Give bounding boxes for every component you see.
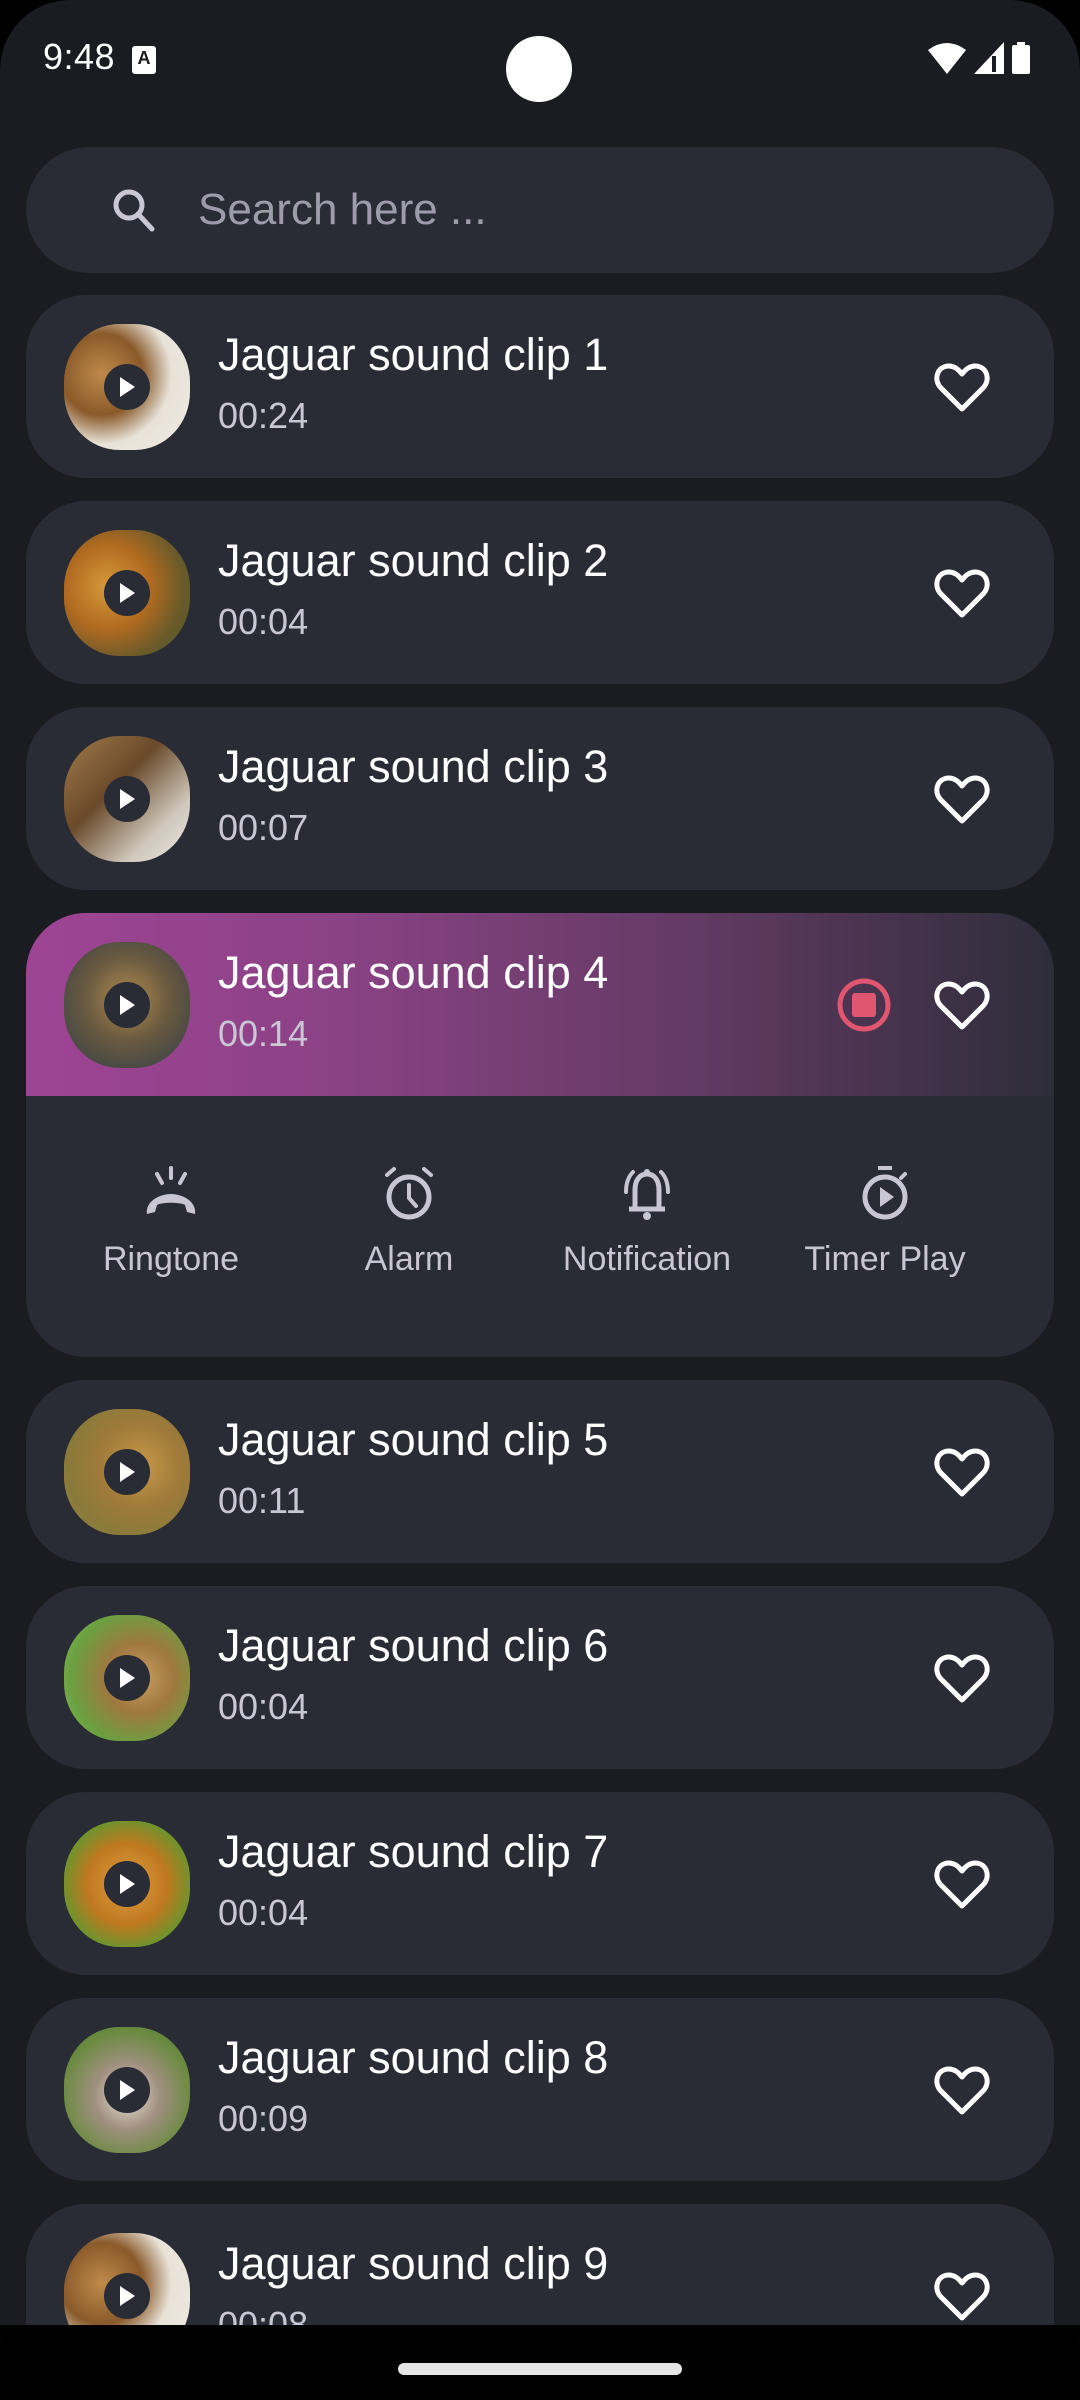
clip-thumbnail[interactable] [64,1409,190,1535]
search-input[interactable] [198,175,998,245]
wifi-icon [928,43,966,74]
set-notification-button[interactable]: Notification [528,1096,766,1357]
clip-title: Jaguar sound clip 2 [218,535,609,586]
clip-thumbnail[interactable] [64,2027,190,2153]
clip-thumbnail[interactable] [64,1821,190,1947]
clip-card[interactable]: Jaguar sound clip 3 00:07 [26,707,1054,890]
clip-card[interactable]: Jaguar sound clip 2 00:04 [26,501,1054,684]
search-bar[interactable] [26,147,1054,273]
play-icon[interactable] [104,2273,150,2319]
clip-card[interactable]: Jaguar sound clip 1 00:24 [26,295,1054,478]
clip-row[interactable]: Jaguar sound clip 8 00:09 [26,1998,1054,2181]
status-icons [928,42,1030,74]
stop-icon[interactable] [836,977,892,1033]
clip-title: Jaguar sound clip 5 [218,1414,609,1465]
clip-row[interactable]: Jaguar sound clip 5 00:11 [26,1380,1054,1563]
screen: 9:48 A Search here ... Jaguar sound clip… [0,0,1080,2400]
heart-icon[interactable] [934,360,990,414]
camera-cutout [506,36,572,102]
clip-duration: 00:04 [218,1892,309,1933]
play-icon[interactable] [104,1655,150,1701]
heart-icon[interactable] [934,978,990,1032]
heart-icon[interactable] [934,1651,990,1705]
signal-icon [974,42,1004,74]
action-label: Alarm [364,1240,454,1278]
clip-duration: 00:04 [218,601,309,642]
clip-duration: 00:07 [218,807,309,848]
action-label: Timer Play [804,1240,966,1278]
play-icon[interactable] [104,1449,150,1495]
battery-icon [1012,42,1030,74]
heart-icon[interactable] [934,1857,990,1911]
home-gesture-handle[interactable] [398,2363,682,2375]
clip-duration: 00:24 [218,395,309,436]
action-label: Ringtone [102,1240,240,1278]
clip-row[interactable]: Jaguar sound clip 1 00:24 [26,295,1054,478]
heart-icon[interactable] [934,2063,990,2117]
clip-thumbnail[interactable] [64,2233,190,2325]
heart-icon[interactable] [934,566,990,620]
timer-play-icon [862,1166,908,1220]
clip-duration: 00:08 [218,2304,309,2325]
timer-play-button[interactable]: Timer Play [766,1096,1004,1357]
clip-duration: 00:09 [218,2098,309,2139]
clip-actions: Ringtone Alarm Notification Timer Play [26,1096,1054,1357]
clip-row-playing[interactable]: Jaguar sound clip 4 00:14 [26,913,1054,1096]
set-alarm-button[interactable]: Alarm [290,1096,528,1357]
clip-card[interactable]: Jaguar sound clip 6 00:04 [26,1586,1054,1769]
notification-icon [624,1169,670,1220]
alarm-icon [385,1167,433,1220]
clip-row[interactable]: Jaguar sound clip 9 00:08 [26,2204,1054,2325]
clip-thumbnail[interactable] [64,324,190,450]
status-time: 9:48 [43,36,116,77]
clip-title: Jaguar sound clip 9 [218,2238,609,2289]
clip-list[interactable]: Jaguar sound clip 1 00:24 Jaguar sound c… [26,295,1054,2325]
clip-card[interactable]: Jaguar sound clip 5 00:11 [26,1380,1054,1563]
clip-thumbnail[interactable] [64,1615,190,1741]
clip-card-expanded[interactable]: Jaguar sound clip 4 00:14 Ringtone Alarm… [26,913,1054,1357]
clip-title: Jaguar sound clip 1 [218,329,609,380]
clip-row[interactable]: Jaguar sound clip 2 00:04 [26,501,1054,684]
clip-title: Jaguar sound clip 8 [218,2032,609,2083]
clip-duration: 00:04 [218,1686,309,1727]
heart-icon[interactable] [934,1445,990,1499]
search-icon [113,189,155,232]
ringtone-icon [146,1166,196,1214]
clip-thumbnail[interactable] [64,736,190,862]
play-icon[interactable] [104,570,150,616]
a-box-icon: A [132,46,156,74]
clip-card[interactable]: Jaguar sound clip 8 00:09 [26,1998,1054,2181]
play-icon[interactable] [104,776,150,822]
heart-icon[interactable] [934,772,990,826]
action-label: Notification [562,1240,732,1278]
clip-row[interactable]: Jaguar sound clip 6 00:04 [26,1586,1054,1769]
clip-title: Jaguar sound clip 6 [218,1620,609,1671]
clip-duration: 00:14 [218,1013,309,1054]
clip-title: Jaguar sound clip 7 [218,1826,609,1877]
clip-row[interactable]: Jaguar sound clip 3 00:07 [26,707,1054,890]
clip-thumbnail[interactable] [64,530,190,656]
clip-thumbnail[interactable] [64,942,190,1068]
play-icon[interactable] [104,2067,150,2113]
play-icon[interactable] [104,1861,150,1907]
play-icon[interactable] [104,982,150,1028]
set-ringtone-button[interactable]: Ringtone [52,1096,290,1357]
clip-title: Jaguar sound clip 4 [218,947,609,998]
play-icon[interactable] [104,364,150,410]
clip-card[interactable]: Jaguar sound clip 9 00:08 [26,2204,1054,2325]
status-bar: 9:48 A [0,0,1080,120]
clip-title: Jaguar sound clip 3 [218,741,609,792]
heart-icon[interactable] [934,2269,990,2323]
clip-row[interactable]: Jaguar sound clip 7 00:04 [26,1792,1054,1975]
clip-card[interactable]: Jaguar sound clip 7 00:04 [26,1792,1054,1975]
clip-duration: 00:11 [218,1480,306,1521]
